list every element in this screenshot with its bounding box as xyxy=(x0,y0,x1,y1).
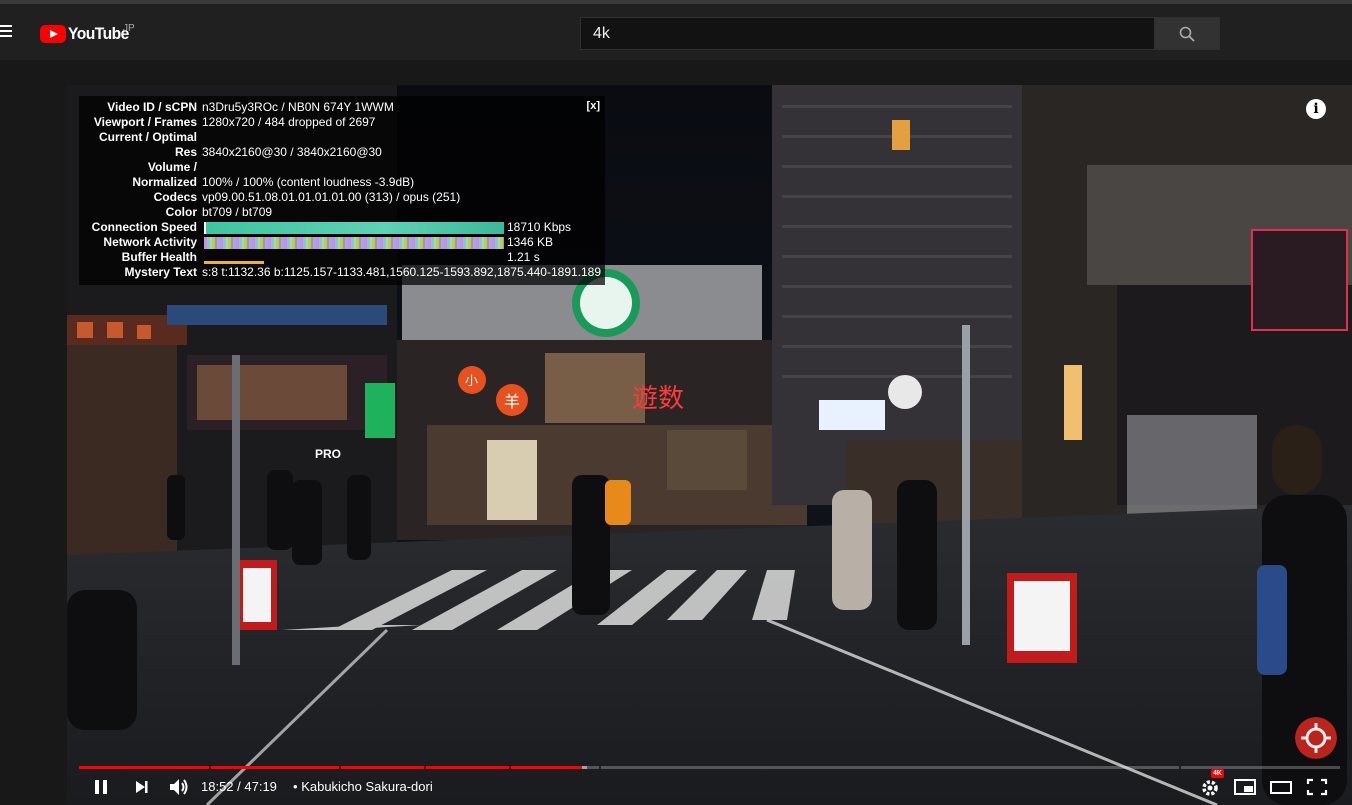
stats-value: 18710 Kbps xyxy=(507,220,572,234)
stats-row-buffer-health: Buffer Health 1.21 s xyxy=(79,250,605,265)
buffer-health-graph xyxy=(204,261,504,264)
theater-icon xyxy=(1270,781,1292,794)
stats-value: 1280x720 / 484 dropped of 2697 xyxy=(202,115,376,129)
stats-value: 3840x2160@30 / 3840x2160@30 xyxy=(202,145,382,159)
video-player[interactable]: PRO 小 羊 遊数 [x] Video ID / sCPN n3Dru5y3R… xyxy=(67,85,1352,805)
miniplayer-button[interactable] xyxy=(1233,773,1257,801)
stats-value: 1346 KB xyxy=(507,235,554,249)
search-box[interactable] xyxy=(580,17,1155,50)
chapter-title[interactable]: • Kabukicho Sakura-dori xyxy=(293,779,433,794)
chapter-marker xyxy=(1179,766,1181,769)
chapter-marker xyxy=(339,766,341,769)
info-icon[interactable]: i xyxy=(1306,99,1326,119)
stats-row-res: Res 3840x2160@30 / 3840x2160@30 xyxy=(79,145,605,160)
youtube-logo[interactable]: YouTube xyxy=(40,24,134,44)
stats-for-nerds-panel: [x] Video ID / sCPN n3Dru5y3ROc / NB0N 6… xyxy=(79,96,605,285)
chapter-marker xyxy=(209,766,211,769)
stats-label: Network Activity xyxy=(103,235,197,249)
channel-watermark-icon[interactable] xyxy=(1295,717,1337,759)
fullscreen-icon xyxy=(1306,778,1328,796)
stats-value: 1.21 s xyxy=(507,250,540,264)
pause-icon xyxy=(95,780,107,794)
stats-row-network-activity: Network Activity 1346 KB xyxy=(79,235,605,250)
progress-played xyxy=(79,766,583,769)
masthead: YouTube JP xyxy=(0,4,1352,60)
stats-row-connection-speed: Connection Speed 18710 Kbps xyxy=(79,220,605,235)
stats-label: Volume / xyxy=(147,160,197,174)
search-input[interactable] xyxy=(581,18,1154,49)
stats-value: bt709 / bt709 xyxy=(202,205,273,219)
theater-mode-button[interactable] xyxy=(1269,773,1293,801)
logo-country-code: JP xyxy=(123,23,135,34)
mute-button[interactable] xyxy=(167,773,191,801)
chapter-title-text: Kabukicho Sakura-dori xyxy=(301,779,433,794)
stats-label: Normalized xyxy=(132,175,197,189)
stats-label: Connection Speed xyxy=(91,220,197,234)
chapter-marker xyxy=(424,766,426,769)
pro-sign: PRO xyxy=(315,447,341,461)
fullscreen-button[interactable] xyxy=(1305,773,1329,801)
pause-button[interactable] xyxy=(92,773,112,801)
youtube-play-icon xyxy=(40,25,66,43)
stats-row-video-id: Video ID / sCPN n3Dru5y3ROc / NB0N 674Y … xyxy=(79,100,605,115)
stats-row-color: Color bt709 / bt709 xyxy=(79,205,605,220)
stats-label: Viewport / Frames xyxy=(93,115,197,129)
stats-row-viewport: Viewport / Frames 1280x720 / 484 dropped… xyxy=(79,115,605,130)
stats-label: Codecs xyxy=(153,190,197,204)
connection-speed-graph xyxy=(204,222,504,234)
network-activity-graph xyxy=(204,237,504,249)
search-icon xyxy=(1179,26,1195,42)
chapter-marker xyxy=(599,766,601,769)
volume-icon xyxy=(170,779,188,795)
next-icon xyxy=(136,781,148,793)
stats-value: 100% / 100% (content loudness -3.9dB) xyxy=(202,175,415,189)
stats-label: Color xyxy=(165,205,197,219)
next-button[interactable] xyxy=(132,773,152,801)
stats-row-mystery-text: Mystery Text s:8 t:1132.36 b:1125.157-11… xyxy=(79,265,605,280)
time-display: 18:52 / 47:19 xyxy=(201,779,277,794)
settings-button[interactable]: 4K xyxy=(1199,769,1224,801)
progress-bar[interactable] xyxy=(79,766,1340,769)
chapter-marker xyxy=(509,766,511,769)
stats-row-codecs: Codecs vp09.00.51.08.01.01.01.01.00 (313… xyxy=(79,190,605,205)
logo-text: YouTube xyxy=(68,24,129,43)
stats-row-normalized: Normalized 100% / 100% (content loudness… xyxy=(79,175,605,190)
chapter-separator: • xyxy=(293,779,298,794)
stats-value: n3Dru5y3ROc / NB0N 674Y 1WWM xyxy=(202,100,394,114)
shop-sign-sheep: 羊 xyxy=(504,392,520,411)
quality-badge: 4K xyxy=(1211,769,1224,778)
stats-label: Mystery Text xyxy=(124,265,197,279)
miniplayer-icon xyxy=(1234,779,1256,795)
stats-label: Buffer Health xyxy=(121,250,197,264)
menu-icon[interactable] xyxy=(0,25,14,39)
search-button[interactable] xyxy=(1155,17,1220,50)
stats-label: Video ID / sCPN xyxy=(107,100,197,114)
stats-row-current-optimal: Current / Optimal xyxy=(79,130,605,145)
stats-label: Current / Optimal xyxy=(98,130,197,144)
shop-sign-small: 小 xyxy=(465,374,478,389)
stats-value: s:8 t:1132.36 b:1125.157-1133.481,1560.1… xyxy=(202,265,602,279)
shop-neon-sign: 遊数 xyxy=(632,384,684,414)
stats-value: vp09.00.51.08.01.01.01.01.00 (313) / opu… xyxy=(202,190,461,204)
stats-label: Res xyxy=(174,145,197,159)
stats-row-volume: Volume / xyxy=(79,160,605,175)
